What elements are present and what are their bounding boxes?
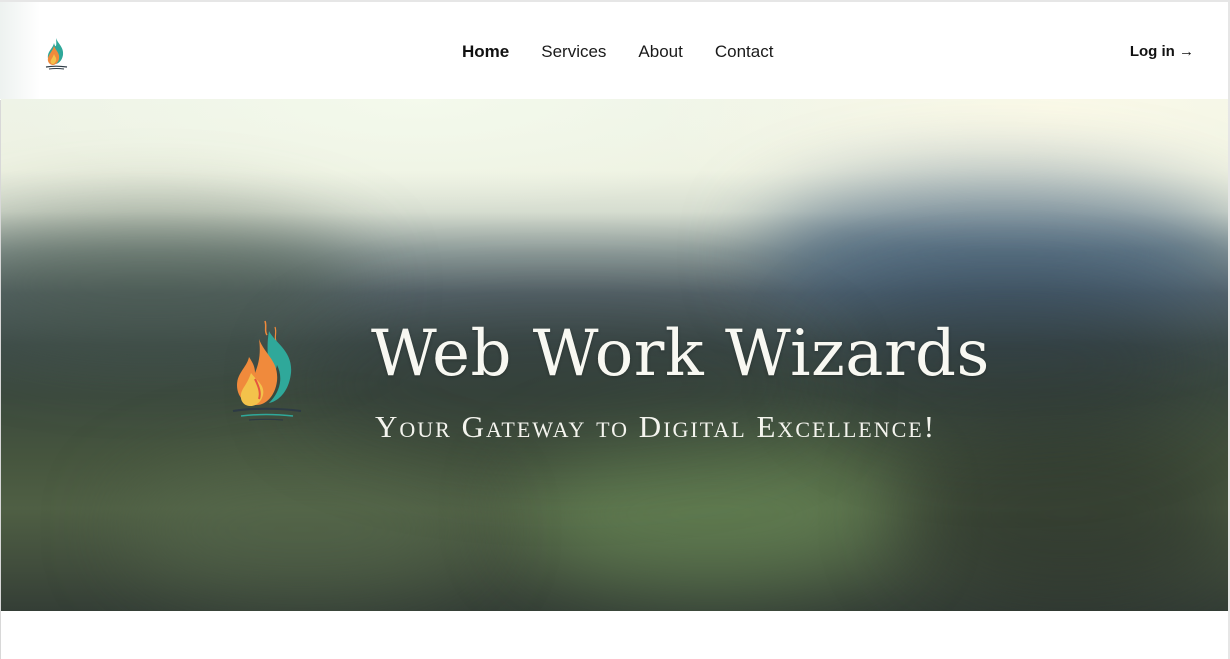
hero-title: Web Work Wizards xyxy=(371,317,990,391)
hero-bg-blur xyxy=(1,219,361,349)
window-left-border xyxy=(0,100,1,659)
hero-bg-blur xyxy=(521,439,901,589)
nav-services[interactable]: Services xyxy=(541,42,606,62)
header-logo-link[interactable] xyxy=(42,36,70,72)
nav-home[interactable]: Home xyxy=(462,42,509,62)
page: Home Services About Contact Log in → Web… xyxy=(0,0,1230,659)
hero-bg-blur xyxy=(901,429,1228,599)
hero-subtitle: Your Gateway to Digital Excellence! xyxy=(375,409,937,444)
nav-about[interactable]: About xyxy=(638,42,682,62)
header-left-shade xyxy=(0,2,40,99)
hero-section: Web Work Wizards Your Gateway to Digital… xyxy=(1,99,1228,611)
hero-logo xyxy=(231,317,303,427)
flame-logo-icon xyxy=(45,38,68,70)
site-header: Home Services About Contact Log in → xyxy=(0,2,1228,99)
hero-bg-blur xyxy=(121,459,481,599)
main-nav: Home Services About Contact xyxy=(462,40,773,64)
login-link[interactable]: Log in → xyxy=(1130,43,1194,60)
flame-logo-icon xyxy=(232,320,302,421)
nav-contact[interactable]: Contact xyxy=(715,42,774,62)
